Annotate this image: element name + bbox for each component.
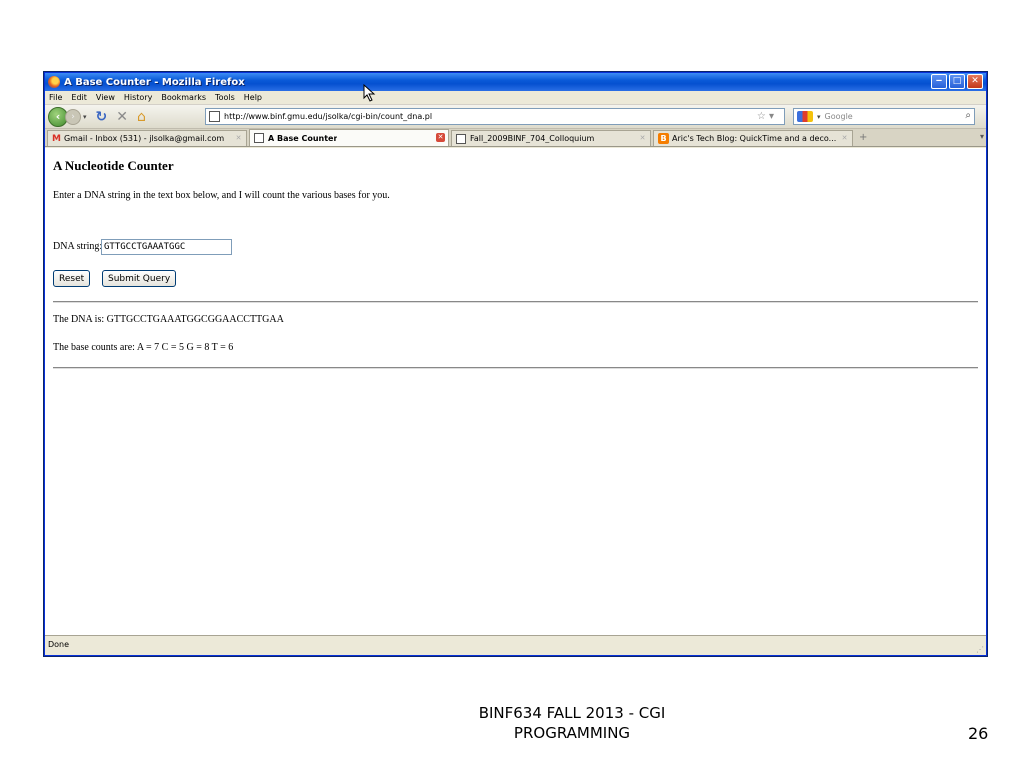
mouse-cursor-icon [363, 84, 376, 102]
stop-icon[interactable]: ✕ [116, 108, 128, 126]
tab-gmail[interactable]: M Gmail - Inbox (531) - jlsolka@gmail.co… [47, 130, 247, 146]
url-bar[interactable]: http://www.binf.gmu.edu/jsolka/cgi-bin/c… [205, 108, 785, 125]
magnifier-icon[interactable]: ⌕ [965, 110, 971, 121]
page-title: A Nucleotide Counter [53, 158, 174, 173]
footer-line-2: PROGRAMMING [513, 724, 631, 742]
intro-text: Enter a DNA string in the text box below… [53, 190, 390, 201]
submit-query-button[interactable]: Submit Query [102, 270, 177, 287]
page-content: A Nucleotide Counter Enter a DNA string … [45, 148, 986, 637]
menu-file[interactable]: File [49, 93, 62, 102]
tab-label: Aric's Tech Blog: QuickTime and a deco..… [672, 134, 837, 143]
base-counts-text: The base counts are: A = 7 C = 5 G = 8 T… [53, 342, 234, 353]
tab-close-icon[interactable]: ✕ [234, 134, 243, 143]
search-engine-dropdown-icon[interactable]: ▾ [817, 113, 821, 121]
firefox-logo-icon [48, 76, 60, 88]
menu-view[interactable]: View [96, 93, 115, 102]
maximize-button[interactable]: □ [949, 74, 965, 89]
navigation-toolbar: ‹ › ▾ ↻ ✕ ⌂ http://www.binf.gmu.edu/jsol… [45, 105, 986, 129]
status-bar: Done ⋰ [45, 635, 986, 655]
new-tab-icon[interactable]: + [859, 132, 867, 143]
minimize-button[interactable]: ‒ [931, 74, 947, 89]
reload-icon[interactable]: ↻ [96, 108, 108, 126]
bookmark-star-icon[interactable]: ☆ ▾ [757, 111, 774, 122]
menu-edit[interactable]: Edit [71, 93, 87, 102]
status-text: Done [48, 640, 70, 649]
tab-close-icon[interactable]: ✕ [436, 133, 445, 142]
reset-button[interactable]: Reset [53, 270, 91, 287]
dna-string-input[interactable] [101, 239, 232, 255]
forward-button[interactable]: › [65, 108, 81, 125]
page-icon [254, 133, 264, 143]
tab-label: Gmail - Inbox (531) - jlsolka@gmail.com [63, 134, 225, 143]
search-box[interactable]: ▾ Google ⌕ [793, 108, 975, 125]
slide-number: 26 [968, 724, 989, 743]
history-dropdown-icon[interactable]: ▾ [83, 113, 87, 121]
tab-list-dropdown-icon[interactable]: ▾ [980, 132, 984, 141]
window-title: A Base Counter - Mozilla Firefox [64, 76, 245, 88]
page-icon [456, 133, 466, 144]
footer-line-1: BINF634 FALL 2013 - CGI [478, 704, 666, 722]
divider [53, 367, 978, 369]
title-bar[interactable]: A Base Counter - Mozilla Firefox ‒ □ ✕ [45, 73, 986, 91]
page-icon [209, 111, 220, 122]
browser-window: A Base Counter - Mozilla Firefox ‒ □ ✕ F… [44, 72, 987, 656]
tab-base-counter[interactable]: A Base Counter ✕ [249, 129, 449, 146]
dna-result-text: The DNA is: GTTGCCTGAAATGGCGGAACCTTGAA [53, 314, 284, 325]
menu-tools[interactable]: Tools [215, 93, 235, 102]
menu-help[interactable]: Help [244, 93, 262, 102]
google-icon[interactable] [797, 111, 813, 122]
tab-tech-blog[interactable]: B Aric's Tech Blog: QuickTime and a deco… [653, 130, 853, 146]
gmail-icon: M [52, 133, 61, 144]
window-controls: ‒ □ ✕ [931, 74, 983, 89]
tab-label: A Base Counter [268, 133, 338, 143]
resize-grip-icon[interactable]: ⋰ [976, 645, 984, 654]
menu-bookmarks[interactable]: Bookmarks [161, 93, 206, 102]
tab-close-icon[interactable]: ✕ [840, 134, 849, 143]
tab-colloquium[interactable]: Fall_2009BINF_704_Colloquium ✕ [451, 130, 651, 146]
menu-bar: File Edit View History Bookmarks Tools H… [45, 91, 986, 105]
tab-close-icon[interactable]: ✕ [638, 134, 647, 143]
divider [53, 301, 978, 303]
close-window-button[interactable]: ✕ [967, 74, 983, 89]
blogger-icon: B [658, 133, 669, 144]
url-text[interactable]: http://www.binf.gmu.edu/jsolka/cgi-bin/c… [224, 112, 432, 121]
search-placeholder[interactable]: Google [825, 112, 853, 121]
home-icon[interactable]: ⌂ [137, 108, 146, 126]
menu-history[interactable]: History [124, 93, 152, 102]
tab-label: Fall_2009BINF_704_Colloquium [470, 134, 595, 143]
dna-label: DNA string: [53, 241, 103, 252]
tab-bar: M Gmail - Inbox (531) - jlsolka@gmail.co… [45, 129, 986, 147]
slide-footer: BINF634 FALL 2013 - CGI PROGRAMMING [456, 703, 688, 743]
